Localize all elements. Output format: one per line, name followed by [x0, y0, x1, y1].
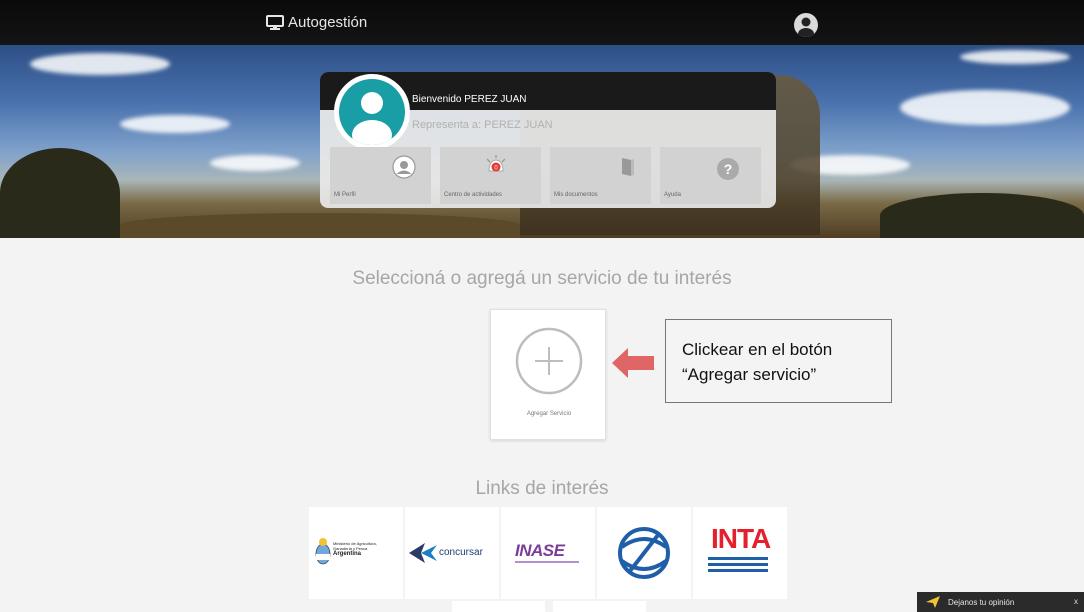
- tile-centro-actividades[interactable]: 0 Centro de actividades: [440, 147, 541, 204]
- feedback-bar[interactable]: Dejanos tu opinión x: [917, 592, 1084, 612]
- profile-icon: [392, 155, 416, 179]
- services-title: Seleccioná o agregá un servicio de tu in…: [352, 268, 732, 289]
- user-avatar-icon[interactable]: [794, 13, 818, 37]
- person-icon: [352, 92, 392, 145]
- add-service-button[interactable]: Agregar Servicio: [490, 309, 606, 440]
- callout-line-2: “Agregar servicio”: [682, 365, 817, 384]
- profile-avatar: [334, 74, 410, 150]
- inta-text: INTA: [711, 523, 771, 554]
- tile-ayuda[interactable]: ? Ayuda: [660, 147, 761, 204]
- link-inta[interactable]: INTA: [693, 507, 787, 599]
- tile-label: Centro de actividades: [444, 192, 503, 198]
- paper-plane-icon: [926, 596, 940, 608]
- represents-text: Representa a: PEREZ JUAN: [412, 119, 553, 131]
- monitor-icon: [266, 14, 284, 30]
- tile-label: Ayuda: [664, 192, 681, 198]
- tile-mis-documentos[interactable]: Mis documentos: [550, 147, 651, 204]
- user-name: PEREZ JUAN: [464, 94, 527, 105]
- instruction-callout: Clickear en el botón “Agregar servicio”: [665, 319, 892, 403]
- link-fish-emblem[interactable]: [597, 507, 691, 599]
- link-tile-partial[interactable]: [553, 601, 646, 612]
- plus-circle-icon: [515, 327, 583, 395]
- argentina-coat-of-arms-icon: [315, 538, 331, 565]
- represents-name: PEREZ JUAN: [484, 119, 553, 131]
- inase-text: INASE: [515, 541, 565, 560]
- top-bar: Autogestión: [0, 0, 1084, 45]
- link-concursar[interactable]: concursar: [405, 507, 499, 599]
- welcome-card: Bienvenido PEREZ JUAN Representa a: PERE…: [320, 72, 776, 208]
- book-icon: [622, 158, 634, 176]
- ministerio-line-3: Argentina: [333, 551, 362, 557]
- alarm-bell-icon: 0: [486, 155, 506, 172]
- pointer-arrow-icon: [612, 348, 654, 378]
- links-row: Ministerio de Agricultura, Ganadería y P…: [309, 507, 787, 599]
- link-inase[interactable]: INASE: [501, 507, 595, 599]
- app-title[interactable]: Autogestión: [266, 14, 367, 31]
- links-title: Links de interés: [475, 478, 609, 499]
- quick-access-tiles: Mi Perfil 0 Centro de actividades Mis do…: [330, 147, 761, 204]
- tile-mi-perfil[interactable]: Mi Perfil: [330, 147, 431, 204]
- link-ministerio[interactable]: Ministerio de Agricultura, Ganadería y P…: [309, 507, 403, 599]
- welcome-text: Bienvenido PEREZ JUAN: [412, 94, 527, 105]
- callout-line-1: Clickear en el botón: [682, 340, 833, 359]
- feedback-close-button[interactable]: x: [1074, 597, 1078, 606]
- feedback-label: Dejanos tu opinión: [948, 597, 1015, 607]
- tile-label: Mi Perfil: [334, 192, 356, 198]
- add-service-label: Agregar Servicio: [526, 411, 572, 417]
- app-title-text: Autogestión: [288, 14, 368, 31]
- help-icon: ?: [717, 158, 739, 180]
- greeting-prefix: Bienvenido: [412, 94, 462, 105]
- concursar-text: concursar: [439, 547, 483, 558]
- fish-emblem-icon: [618, 527, 670, 579]
- tile-label: Mis documentos: [554, 192, 598, 198]
- links-row-2: [452, 601, 646, 612]
- link-tile-partial[interactable]: [452, 601, 545, 612]
- svg-text:?: ?: [724, 161, 733, 177]
- concursar-logo-icon: [409, 543, 437, 563]
- represents-label: Representa a:: [412, 119, 482, 131]
